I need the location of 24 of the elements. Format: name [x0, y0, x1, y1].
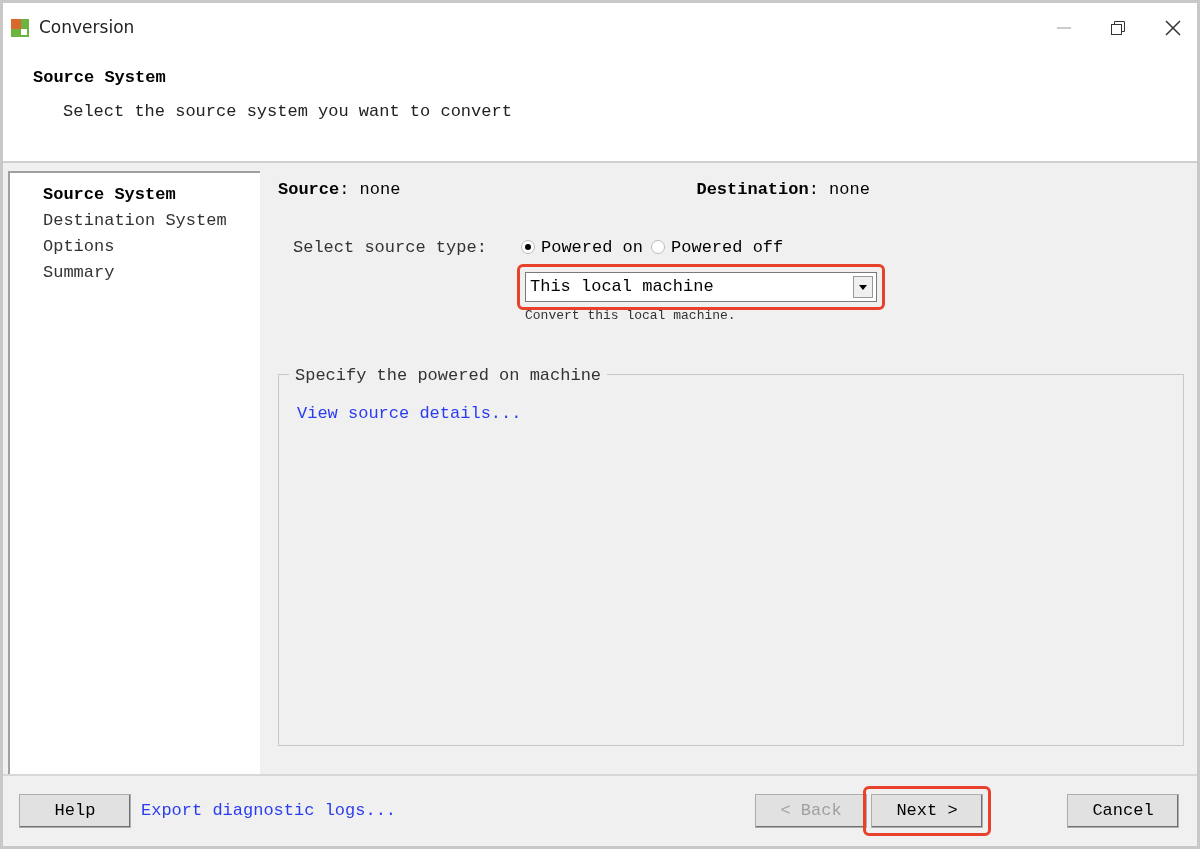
app-icon — [9, 17, 31, 39]
next-button[interactable]: Next > — [871, 794, 983, 828]
page-heading: Source System — [33, 67, 167, 89]
source-type-label: Select source type: — [293, 236, 488, 259]
restore-icon[interactable] — [1111, 21, 1125, 35]
close-icon[interactable] — [1165, 20, 1181, 36]
help-button[interactable]: Help — [19, 794, 131, 828]
machine-hint: Convert this local machine. — [525, 307, 737, 325]
window-title: Conversion — [39, 16, 135, 40]
step-item[interactable]: Options — [43, 235, 260, 259]
step-item[interactable]: Summary — [43, 261, 260, 285]
radio-option[interactable]: Powered off — [651, 234, 784, 260]
export-logs-link[interactable]: Export diagnostic logs... — [141, 798, 397, 824]
page-subtitle: Select the source system you want to convert — [63, 100, 513, 123]
cancel-button[interactable]: Cancel — [1067, 794, 1179, 828]
view-details-link[interactable]: View source details... — [297, 403, 522, 423]
step-item[interactable]: Source System — [43, 183, 260, 207]
machine-dropdown[interactable]: This local machine — [525, 272, 877, 302]
step-item[interactable]: Destination System — [43, 209, 260, 233]
destination-text: Destination: none — [696, 179, 870, 201]
source-text: Source: none — [278, 179, 401, 201]
radio-icon[interactable] — [651, 240, 666, 255]
radio-icon[interactable] — [521, 240, 535, 255]
radio-option[interactable]: Powered on — [521, 234, 644, 260]
